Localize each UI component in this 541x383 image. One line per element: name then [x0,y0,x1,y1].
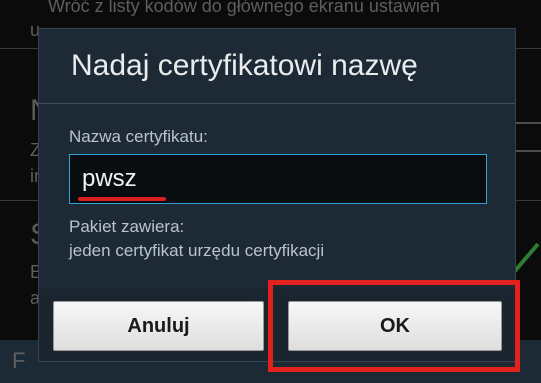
certificate-name-value: pwsz [82,165,137,192]
package-contents-value: jeden certyfikat urzędu certyfikacji [69,241,325,260]
dialog-title: Nadaj certyfikatowi nazwę [71,49,418,82]
certificate-name-input[interactable]: pwsz [69,154,487,204]
cancel-button[interactable]: Anuluj [53,301,264,351]
package-contents-label: Pakiet zawiera: [69,217,185,236]
certificate-name-dialog: Nadaj certyfikatowi nazwę Nazwa certyfik… [38,28,516,362]
ok-button[interactable]: OK [288,301,502,351]
background-footer-text: F [12,348,26,373]
background-checkbox [513,122,541,152]
spellcheck-underline [78,197,166,201]
certificate-name-label: Nazwa certyfikatu: [69,127,208,146]
background-text-line: Wróć z listy kodów do głównego ekranu us… [48,0,440,16]
check-icon [512,242,540,274]
dialog-button-bar: Anuluj OK [39,289,515,361]
title-divider [39,103,515,104]
